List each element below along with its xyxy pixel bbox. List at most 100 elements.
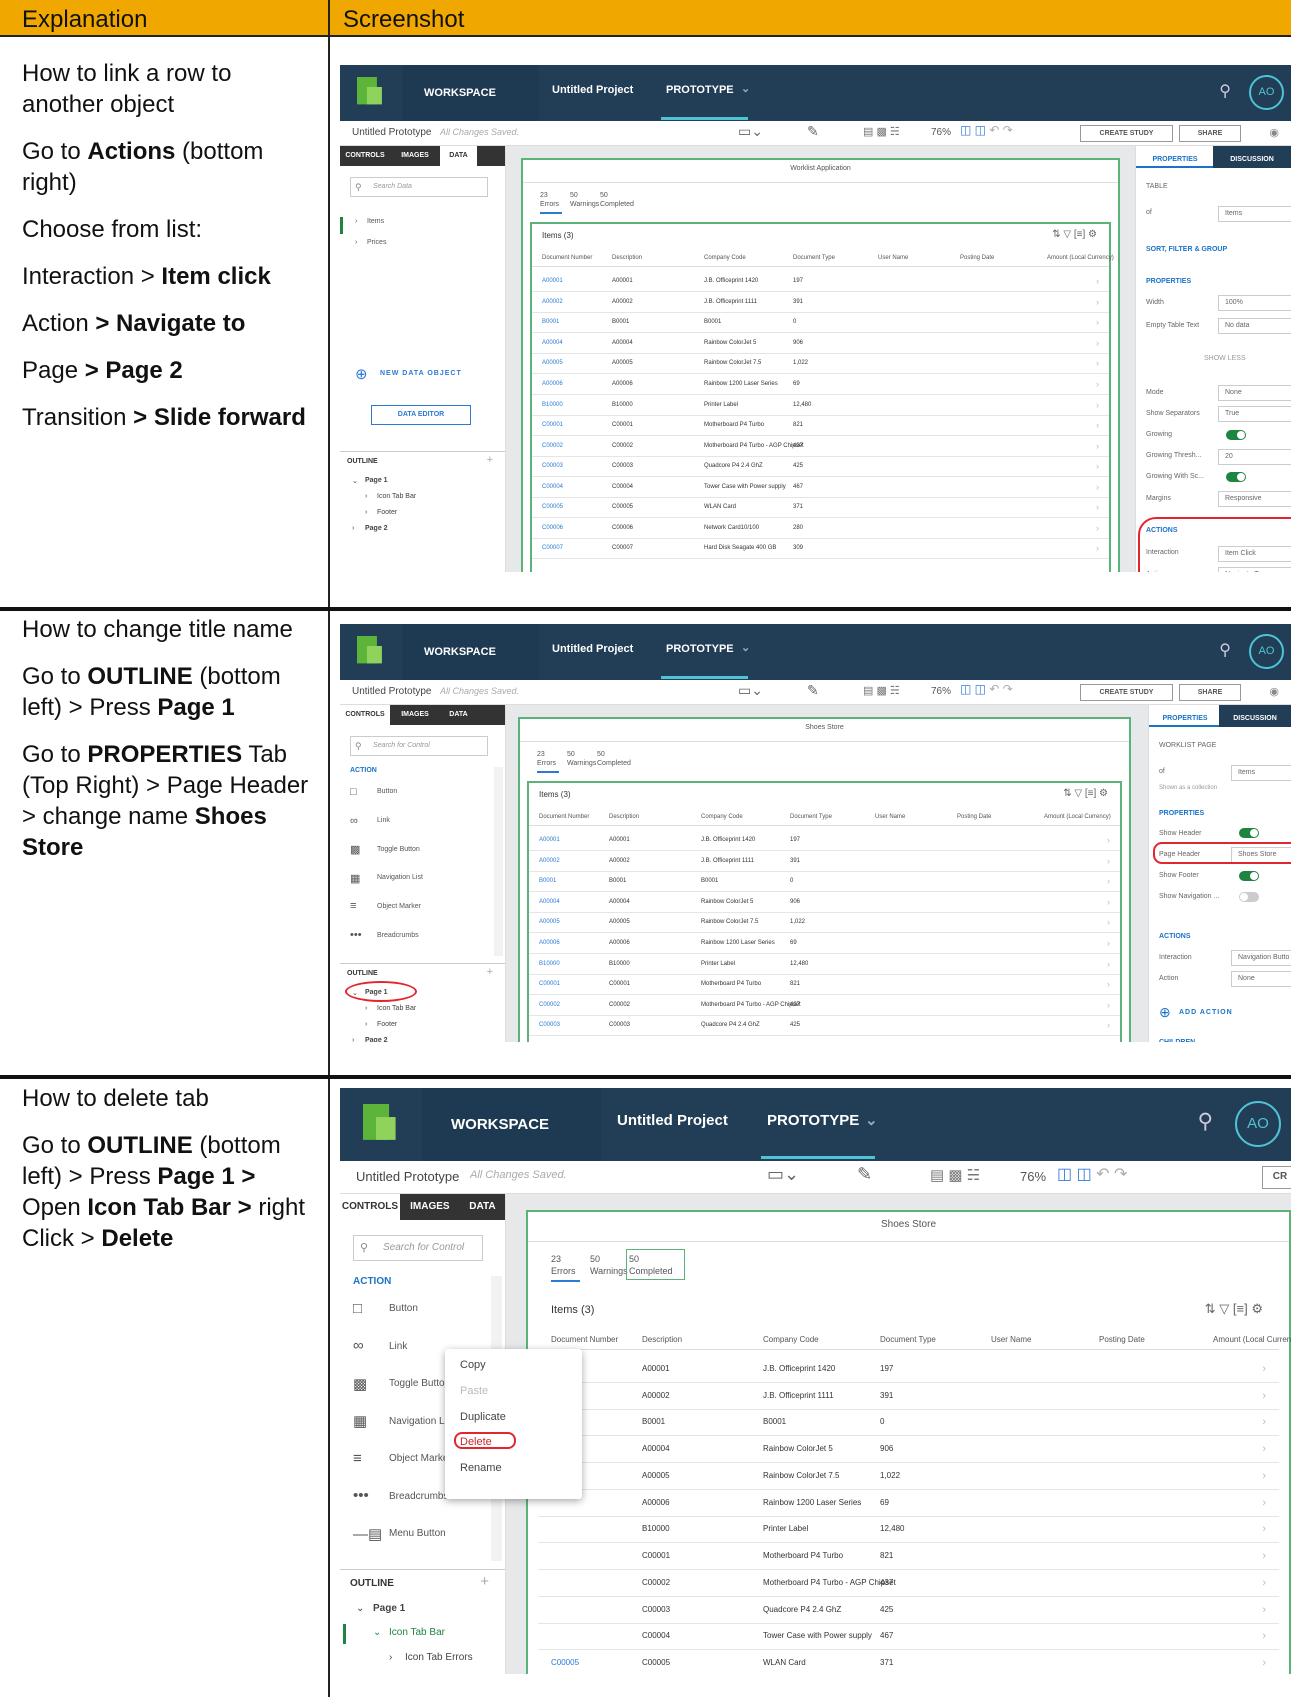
table-row[interactable]: A00004A00004Rainbow ColorJet 5906› bbox=[529, 892, 1120, 913]
table-row[interactable]: C00002 C00002 Motherboard P4 Turbo - AGP C… bbox=[532, 436, 1109, 457]
workspace-link[interactable]: WORKSPACE bbox=[402, 65, 539, 121]
preview-eye-icon[interactable]: ◉ bbox=[1269, 685, 1279, 698]
table-row[interactable]: B0001B0001B00010› bbox=[538, 1409, 1279, 1436]
control-7[interactable]: Menu Button bbox=[389, 1528, 446, 1539]
document-number-link[interactable]: A00005 bbox=[542, 360, 563, 366]
row-chevron-icon[interactable]: › bbox=[1096, 441, 1099, 451]
threshold-select[interactable]: 20 bbox=[1218, 449, 1291, 465]
project-link[interactable]: Untitled Project bbox=[617, 1112, 728, 1129]
avatar[interactable]: AO bbox=[1235, 1101, 1281, 1147]
table-row[interactable]: C00007 C00007 Hard Disk Seagate 400 GB 309 › bbox=[532, 538, 1109, 559]
row-chevron-icon[interactable]: › bbox=[1096, 420, 1099, 430]
count-label[interactable]: Errors bbox=[540, 201, 559, 208]
separators-select[interactable]: True bbox=[1218, 406, 1291, 422]
tab-controls[interactable]: CONTROLS bbox=[340, 146, 390, 166]
device-icon[interactable]: ▭⌄ bbox=[738, 123, 763, 140]
row-chevron-icon[interactable]: › bbox=[1262, 1363, 1266, 1375]
outline-chevron-icon[interactable]: › bbox=[352, 525, 354, 532]
search-icon[interactable]: ⚲ bbox=[1219, 81, 1231, 101]
table-row[interactable]: A00004A00004Rainbow ColorJet 5906› bbox=[532, 333, 1109, 354]
table-row[interactable]: C00003 Quadcore P4 2.4 GhZ 425 › bbox=[538, 1597, 1279, 1624]
data-editor-button[interactable]: DATA EDITOR bbox=[371, 405, 471, 425]
add-outline-icon[interactable]: + bbox=[487, 454, 493, 466]
layout-icons[interactable]: ▤ ▩ ☵ bbox=[930, 1166, 980, 1184]
document-number-link[interactable]: B10000 bbox=[539, 961, 560, 967]
outline-item[interactable]: Footer bbox=[377, 509, 397, 516]
view-icons[interactable]: ◫ ◫ ↶ ↷ bbox=[960, 123, 1013, 137]
menu-item-duplicate[interactable]: Duplicate bbox=[460, 1411, 506, 1423]
tab-controls[interactable]: CONTROLS bbox=[340, 705, 390, 725]
show-header-toggle[interactable] bbox=[1239, 828, 1259, 838]
data-item-chevron[interactable]: › bbox=[355, 239, 357, 246]
empty-text-select[interactable]: No data bbox=[1218, 318, 1291, 334]
row-chevron-icon[interactable]: › bbox=[1262, 1470, 1266, 1482]
layout-icons[interactable]: ▤ ▩ ☵ bbox=[863, 684, 900, 697]
row-chevron-icon[interactable]: › bbox=[1096, 358, 1099, 368]
document-number-link[interactable]: C00001 bbox=[542, 422, 563, 428]
table-row[interactable]: A00002 A00002 J.B. Officeprint 1111 391 › bbox=[532, 292, 1109, 313]
prototype-link[interactable]: PROTOTYPE bbox=[767, 1112, 859, 1129]
zoom-level[interactable]: 76% bbox=[931, 127, 951, 138]
row-chevron-icon[interactable]: › bbox=[1262, 1604, 1266, 1616]
device-icon[interactable]: ▭⌄ bbox=[767, 1164, 799, 1185]
column-header[interactable]: Document Number bbox=[551, 1335, 618, 1344]
row-chevron-icon[interactable]: › bbox=[1262, 1443, 1266, 1455]
row-chevron-icon[interactable]: › bbox=[1107, 897, 1110, 907]
control-2[interactable]: Link bbox=[377, 817, 390, 824]
table-row[interactable]: C00003 C00003 Quadcore P4 2.4 GhZ 425 › bbox=[529, 1015, 1120, 1036]
preview-eye-icon[interactable]: ◉ bbox=[1269, 126, 1279, 139]
row-chevron-icon[interactable]: › bbox=[1107, 1000, 1110, 1010]
project-link[interactable]: Untitled Project bbox=[552, 643, 633, 655]
column-header[interactable]: User Name bbox=[878, 255, 908, 261]
zoom-level[interactable]: 76% bbox=[931, 686, 951, 697]
create-study-button[interactable]: CR bbox=[1262, 1166, 1291, 1189]
search-input[interactable]: Search Data bbox=[350, 177, 488, 197]
share-button[interactable]: SHARE bbox=[1179, 125, 1241, 142]
tab-controls[interactable]: CONTROLS bbox=[340, 1194, 400, 1220]
row-chevron-icon[interactable]: › bbox=[1096, 543, 1099, 553]
growing-scroll-toggle[interactable] bbox=[1226, 472, 1246, 482]
outline-item[interactable]: Page 1 bbox=[373, 1603, 405, 1614]
prototype-link[interactable]: PROTOTYPE bbox=[666, 84, 734, 96]
document-number-link[interactable]: C00002 bbox=[539, 1002, 560, 1008]
table-row[interactable]: C00004 Tower Case with Power supply 467 › bbox=[538, 1623, 1279, 1650]
control-6[interactable]: Breadcrumbs bbox=[377, 932, 419, 939]
outline-chevron-icon[interactable]: › bbox=[352, 1037, 354, 1042]
table-row[interactable]: C00001 Motherboard P4 Turbo 821 › bbox=[538, 1543, 1279, 1570]
table-row[interactable]: B10000 B10000 Printer Label 12,480 › bbox=[532, 395, 1109, 416]
control-3[interactable]: Toggle Button bbox=[377, 846, 420, 853]
prototype-name[interactable]: Untitled Prototype bbox=[356, 1169, 459, 1184]
row-chevron-icon[interactable]: › bbox=[1107, 959, 1110, 969]
row-chevron-icon[interactable]: › bbox=[1262, 1550, 1266, 1562]
column-header[interactable]: Description bbox=[642, 1335, 682, 1344]
show-less-link[interactable]: SHOW LESS bbox=[1204, 355, 1246, 362]
view-icons[interactable]: ◫ ◫ ↶ ↷ bbox=[960, 682, 1013, 696]
row-chevron-icon[interactable]: › bbox=[1096, 523, 1099, 533]
count-warnings[interactable]: 50 bbox=[567, 751, 575, 758]
row-chevron-icon[interactable]: › bbox=[1096, 297, 1099, 307]
add-action-button[interactable]: ADD ACTION bbox=[1179, 1009, 1233, 1016]
plus-circle-icon[interactable]: ⊕ bbox=[1159, 1004, 1171, 1021]
row-chevron-icon[interactable]: › bbox=[1096, 502, 1099, 512]
column-header[interactable]: Company Code bbox=[763, 1335, 819, 1344]
row-chevron-icon[interactable]: › bbox=[1096, 276, 1099, 286]
create-study-button[interactable]: CREATE STUDY bbox=[1080, 125, 1173, 142]
document-number-link[interactable]: C00004 bbox=[542, 484, 563, 490]
row-chevron-icon[interactable]: › bbox=[1262, 1497, 1266, 1509]
table-row[interactable]: A00006 A00006 Rainbow 1200 Laser Series 69 › bbox=[529, 933, 1120, 954]
chevron-down-icon[interactable]: ⌄ bbox=[865, 1111, 878, 1129]
zoom-level[interactable]: 76% bbox=[1020, 1169, 1046, 1184]
tab-discussion[interactable]: DISCUSSION bbox=[1219, 705, 1291, 727]
column-header[interactable]: Amount (Local Currency) bbox=[1213, 1335, 1291, 1344]
tab-images[interactable]: IMAGES bbox=[400, 1194, 460, 1220]
view-icons[interactable]: ◫ ◫ ↶ ↷ bbox=[1057, 1164, 1127, 1184]
table-row[interactable]: A00002 A00002 J.B. Officeprint 1111 391 › bbox=[529, 851, 1120, 872]
table-row[interactable]: A00004A00004Rainbow ColorJet 5906› bbox=[538, 1436, 1279, 1463]
growing-toggle[interactable] bbox=[1226, 430, 1246, 440]
tab-data[interactable]: DATA bbox=[460, 1194, 505, 1220]
table-row[interactable]: B10000 Printer Label 12,480 › bbox=[538, 1516, 1279, 1543]
control-1[interactable]: Button bbox=[377, 788, 397, 795]
mode-select[interactable]: None bbox=[1218, 385, 1291, 401]
table-row[interactable]: C00004C00004Tower Case with Power supply… bbox=[529, 1036, 1120, 1042]
table-row[interactable]: C00006 C00006 Network Card10/100 280 › bbox=[532, 518, 1109, 539]
